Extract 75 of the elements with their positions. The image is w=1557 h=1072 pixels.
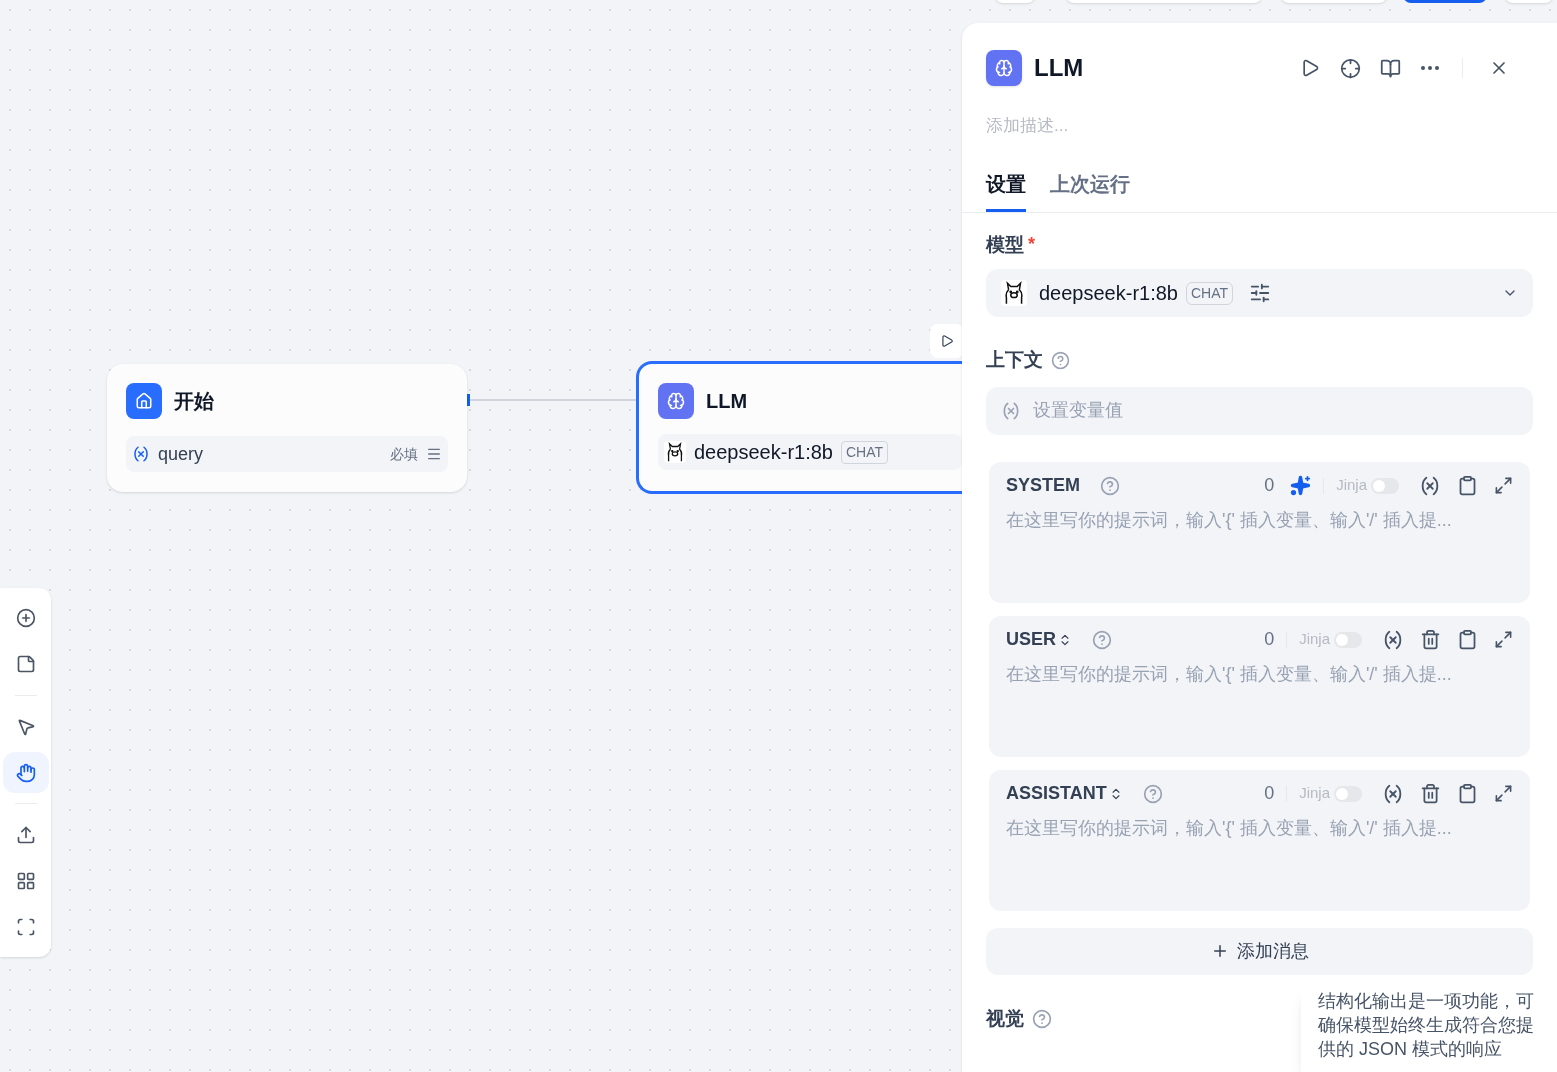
delete-icon[interactable] bbox=[1420, 783, 1441, 804]
prompt-placeholder: 在这里写你的提示词，输入'{' 插入变量、输入'/' 插入提... bbox=[1006, 816, 1453, 840]
prompt-placeholder: 在这里写你的提示词，输入'{' 插入变量、输入'/' 插入提... bbox=[1006, 662, 1453, 686]
add-node-icon bbox=[15, 607, 36, 628]
start-node[interactable]: 开始 query 必填 bbox=[107, 364, 467, 492]
prompt-editor[interactable]: SYSTEM 0 Jinja 在这里写你的提示词，输入'{' 插入变量、输入'/' 插入提... bbox=[989, 461, 1530, 603]
jinja-label: Jinja bbox=[1299, 783, 1330, 804]
prompt-editor[interactable]: ASSISTANT 0 Jinja 在这里写你的提示词，输入'{' 插入变量、输入'/' 插入提... bbox=[989, 769, 1530, 911]
play-icon bbox=[1300, 58, 1320, 78]
jinja-toggle[interactable] bbox=[1334, 631, 1362, 648]
tooltip: 结构化输出是一项功能，可确保模型始终生成符合您提供的 JSON 模式的响应 bbox=[1301, 985, 1557, 1072]
expand-icon[interactable] bbox=[1494, 476, 1513, 495]
variable-icon bbox=[1001, 400, 1021, 421]
home-icon bbox=[126, 383, 162, 419]
parameters-icon[interactable] bbox=[1249, 282, 1272, 304]
role-label: SYSTEM bbox=[1006, 474, 1080, 497]
add-message-button[interactable]: 添加消息 bbox=[986, 927, 1533, 975]
model-tag: CHAT bbox=[841, 440, 889, 464]
jinja-toggle[interactable] bbox=[1334, 785, 1362, 802]
required-label: 必填 bbox=[390, 444, 418, 464]
delete-icon[interactable] bbox=[1420, 629, 1441, 650]
note-icon bbox=[15, 653, 36, 674]
run-node-button[interactable] bbox=[930, 324, 964, 358]
model-tag: CHAT bbox=[1186, 281, 1234, 305]
fit-view-icon bbox=[15, 917, 36, 938]
play-icon bbox=[940, 334, 954, 348]
connection-handle[interactable] bbox=[467, 394, 470, 406]
brain-icon bbox=[986, 50, 1022, 86]
jinja-label: Jinja bbox=[1336, 475, 1367, 496]
tab[interactable]: 上次运行 bbox=[1050, 168, 1130, 212]
expand-icon[interactable] bbox=[1494, 784, 1513, 803]
model-name: deepseek-r1:8b bbox=[1039, 281, 1178, 306]
crosshair-icon bbox=[1339, 57, 1361, 79]
brain-icon bbox=[658, 383, 694, 419]
clipboard-icon[interactable] bbox=[1457, 629, 1478, 650]
book-icon bbox=[1379, 57, 1401, 79]
hand-icon bbox=[15, 762, 36, 783]
clipboard-icon[interactable] bbox=[1457, 783, 1478, 804]
char-count: 0 bbox=[1264, 628, 1275, 651]
llama-icon bbox=[1001, 280, 1027, 306]
llama-icon bbox=[664, 441, 686, 463]
field-label: 上下文 bbox=[986, 348, 1043, 372]
char-count: 0 bbox=[1264, 474, 1275, 497]
tab[interactable]: 设置 bbox=[986, 168, 1026, 212]
required-mark: * bbox=[1028, 233, 1035, 257]
insert-variable-icon[interactable] bbox=[1382, 628, 1404, 651]
node-title: LLM bbox=[706, 389, 748, 414]
char-count: 0 bbox=[1264, 782, 1275, 805]
more-icon bbox=[1421, 66, 1439, 70]
prompt-editor[interactable]: USER 0 Jinja 在这里写你的提示词，输入'{' 插入变量、输入'/' 插入提... bbox=[989, 615, 1530, 757]
model-name: deepseek-r1:8b bbox=[694, 440, 833, 465]
prompt-placeholder: 在这里写你的提示词，输入'{' 插入变量、输入'/' 插入提... bbox=[1006, 508, 1453, 532]
role-label[interactable]: USER bbox=[1006, 626, 1056, 653]
export-image-icon bbox=[15, 825, 36, 846]
jinja-label: Jinja bbox=[1299, 629, 1330, 650]
panel-title: LLM bbox=[1034, 53, 1084, 83]
field-label: 视觉 bbox=[986, 1006, 1024, 1031]
hand-tool[interactable] bbox=[2, 751, 49, 794]
expand-icon[interactable] bbox=[1494, 630, 1513, 649]
llm-node[interactable]: LLM deepseek-r1:8b CHAT bbox=[636, 361, 962, 494]
insert-variable-icon[interactable] bbox=[1419, 474, 1441, 497]
text-lines-icon bbox=[426, 446, 442, 462]
clipboard-icon[interactable] bbox=[1457, 475, 1478, 496]
organize-icon bbox=[15, 871, 36, 892]
role-label[interactable]: ASSISTANT bbox=[1006, 780, 1107, 807]
variable-name: query bbox=[158, 442, 204, 466]
insert-variable-icon[interactable] bbox=[1382, 782, 1404, 805]
help-icon[interactable] bbox=[1051, 350, 1070, 370]
field-label: 模型 bbox=[986, 232, 1024, 257]
help-icon[interactable] bbox=[1032, 1008, 1052, 1029]
jinja-toggle[interactable] bbox=[1371, 477, 1399, 494]
sparkle-icon[interactable] bbox=[1290, 475, 1312, 496]
node-title: 开始 bbox=[174, 389, 214, 414]
model-selector[interactable]: deepseek-r1:8b CHAT bbox=[986, 269, 1533, 317]
variable-icon bbox=[132, 445, 150, 463]
